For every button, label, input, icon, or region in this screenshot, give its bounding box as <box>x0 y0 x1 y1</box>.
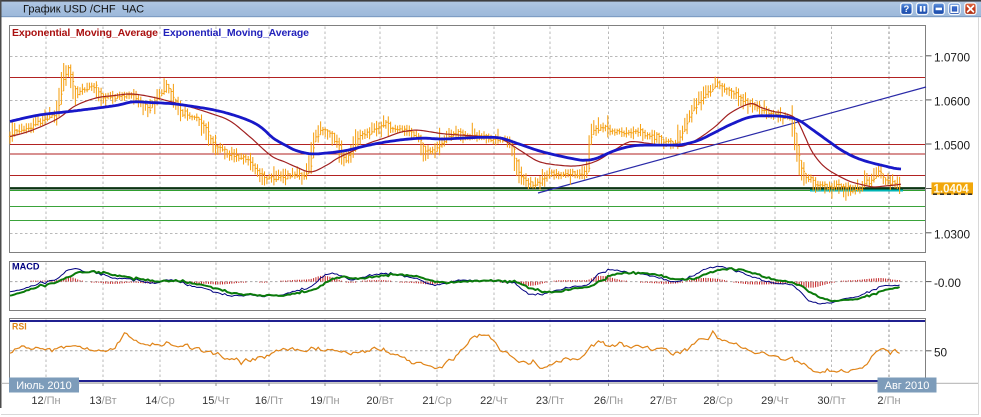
svg-text:Авг 2010: Авг 2010 <box>885 380 930 392</box>
svg-text:29/Чт: 29/Чт <box>761 395 789 407</box>
svg-text:23/Пт: 23/Пт <box>536 395 564 407</box>
svg-text:1.0700: 1.0700 <box>934 50 971 64</box>
svg-text:?: ? <box>903 4 909 15</box>
svg-text:1.0500: 1.0500 <box>934 139 971 153</box>
svg-text:MACD: MACD <box>12 262 40 272</box>
svg-text:2/Пн: 2/Пн <box>877 395 900 407</box>
svg-text:16/Пт: 16/Пт <box>255 395 283 407</box>
svg-text:14/Ср: 14/Ср <box>145 395 174 407</box>
svg-text:График USD /CHF ЧАС: График USD /CHF ЧАС <box>23 4 144 16</box>
svg-text:19/Пн: 19/Пн <box>310 395 339 407</box>
svg-text:20/Вт: 20/Вт <box>366 395 393 407</box>
svg-text:13/Вт: 13/Вт <box>89 395 116 407</box>
svg-text:26/Пн: 26/Пн <box>594 395 623 407</box>
svg-text:15/Чт: 15/Чт <box>202 395 230 407</box>
svg-text:12/Пн: 12/Пн <box>31 395 60 407</box>
svg-text:-0.00: -0.00 <box>934 276 961 290</box>
svg-text:Exponential_Moving_Average: Exponential_Moving_Average <box>163 27 309 39</box>
svg-text:21/Ср: 21/Ср <box>422 395 451 407</box>
svg-text:1.0600: 1.0600 <box>934 95 971 109</box>
svg-text:50: 50 <box>934 345 948 359</box>
svg-text:22/Чт: 22/Чт <box>480 395 508 407</box>
svg-text:30/Пт: 30/Пт <box>817 395 845 407</box>
svg-text:Exponential_Moving_Average: Exponential_Moving_Average <box>12 27 158 39</box>
svg-text:RSI: RSI <box>12 322 27 332</box>
svg-text:Июль 2010: Июль 2010 <box>16 380 72 392</box>
svg-text:1.0300: 1.0300 <box>934 227 971 241</box>
svg-text:27/Вт: 27/Вт <box>650 395 677 407</box>
svg-text:28/Ср: 28/Ср <box>703 395 732 407</box>
